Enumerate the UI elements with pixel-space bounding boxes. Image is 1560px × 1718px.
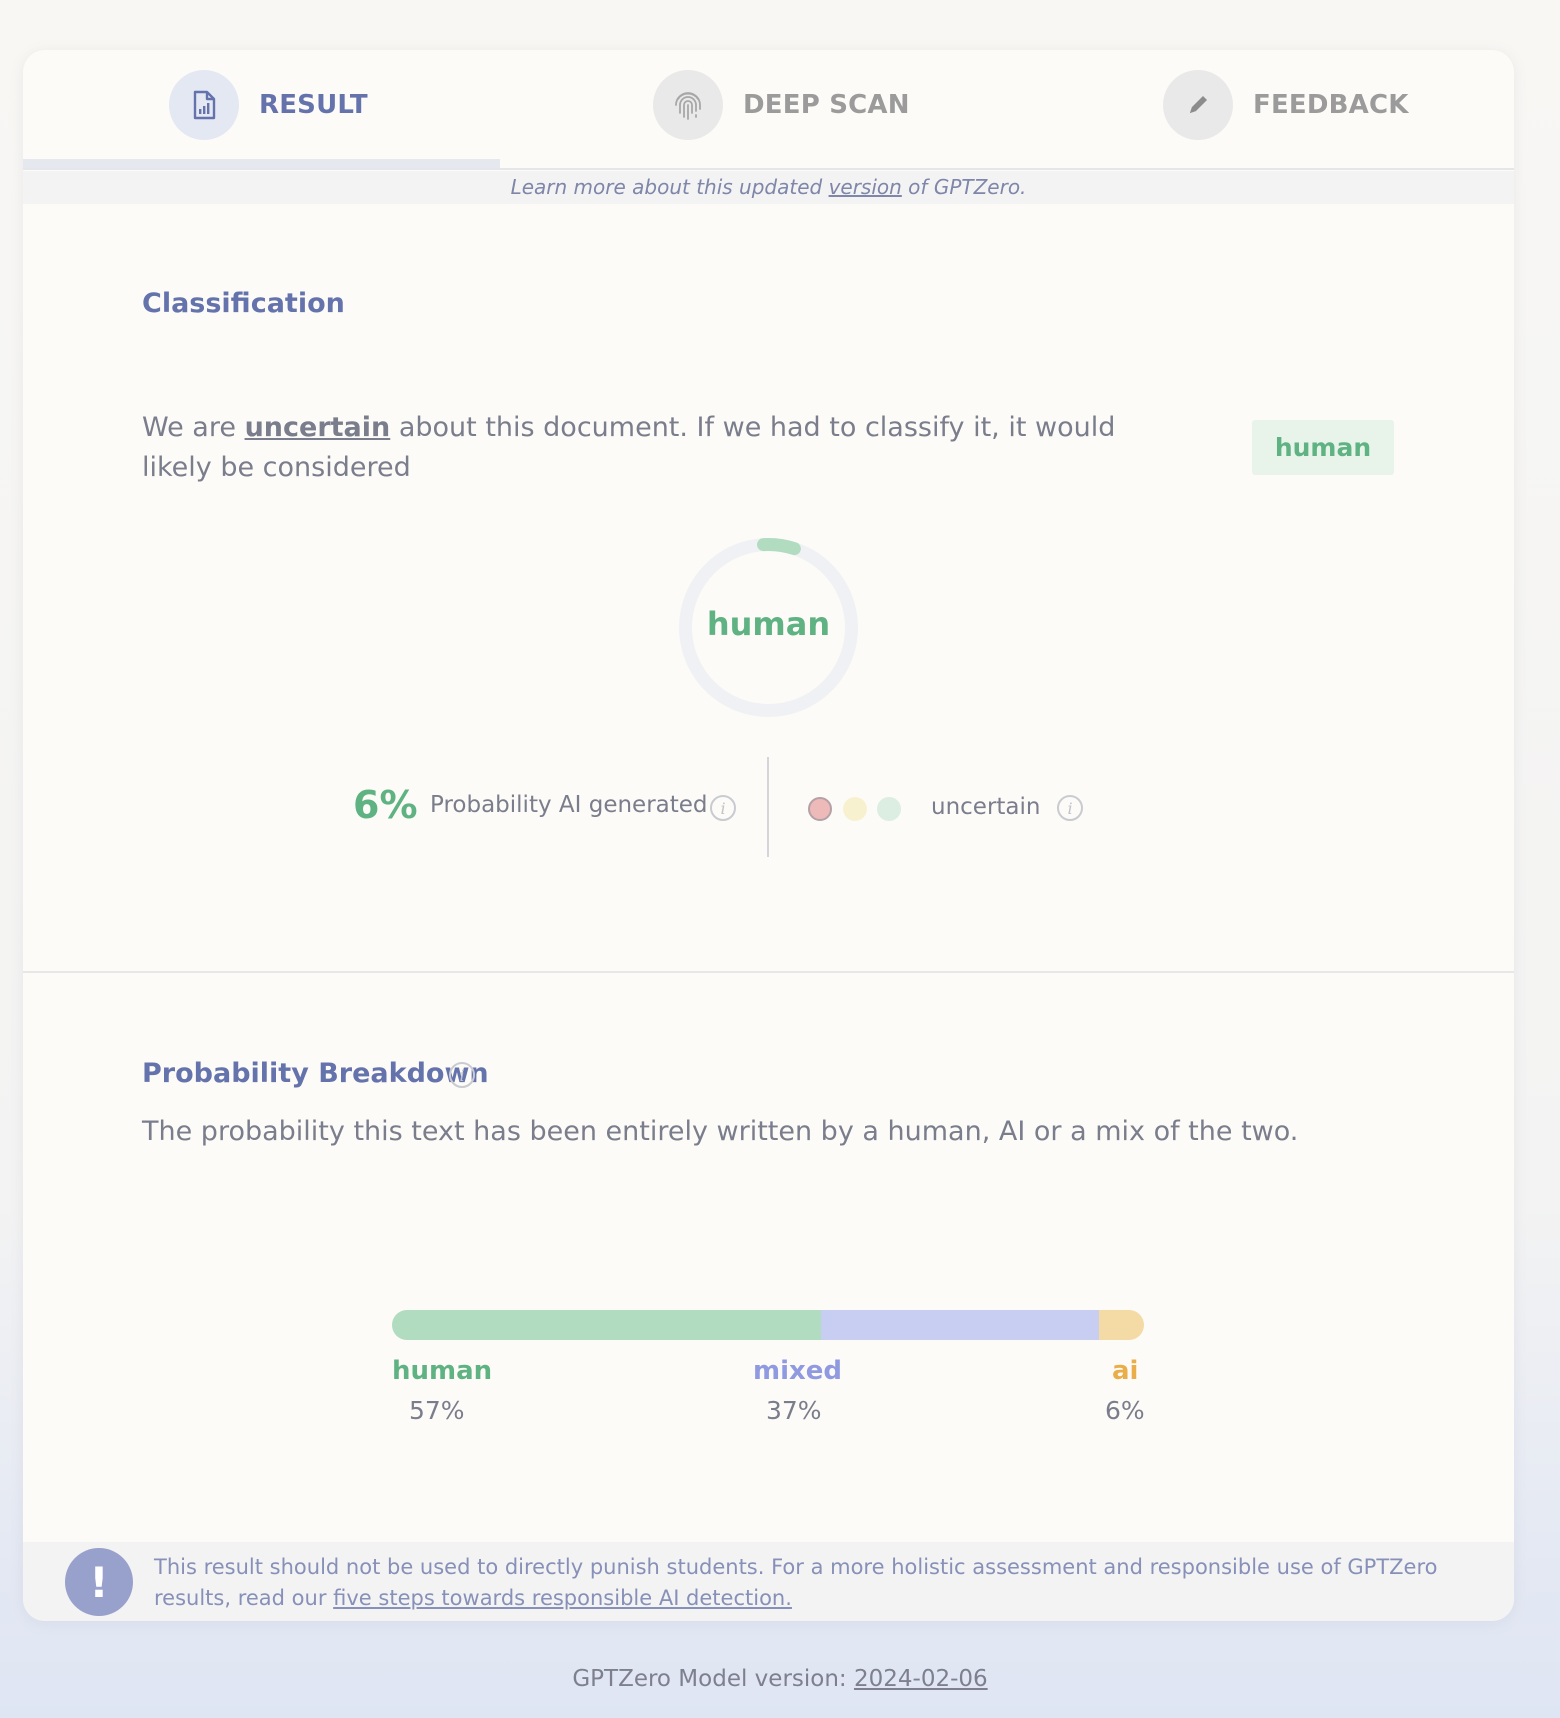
- notice-text: Learn more about this updated: [510, 175, 829, 199]
- ai-value: 6%: [1105, 1396, 1145, 1425]
- responsible-use-warning: ! This result should not be used to dire…: [23, 1542, 1514, 1621]
- human-label: human: [392, 1356, 493, 1386]
- classification-text: We are uncertain about this document. If…: [142, 408, 1152, 488]
- uncertain-link[interactable]: uncertain: [245, 412, 391, 443]
- probability-bar-segment-mixed: [820, 1310, 1099, 1340]
- donut-label: human: [706, 605, 831, 643]
- ai-probability-label: Probability AI generated: [430, 792, 708, 818]
- pencil-icon: [1163, 70, 1233, 140]
- version-link[interactable]: version: [829, 175, 902, 199]
- tab-result[interactable]: RESULT: [169, 70, 368, 140]
- responsible-ai-link[interactable]: five steps towards responsible AI detect…: [333, 1586, 792, 1610]
- vertical-divider: [767, 757, 769, 857]
- document-chart-icon: [169, 70, 239, 140]
- probability-breakdown-description: The probability this text has been entir…: [142, 1116, 1299, 1147]
- ai-probability-arc: [757, 538, 801, 556]
- warning-text: This result should not be used to direct…: [154, 1552, 1494, 1614]
- info-icon[interactable]: i: [1057, 795, 1083, 821]
- classification-badge: human: [1252, 420, 1394, 475]
- tab-bar: RESULT DEEP SCAN FEEDBACK: [23, 50, 1514, 170]
- model-version-link[interactable]: 2024-02-06: [854, 1666, 988, 1692]
- info-icon[interactable]: i: [449, 1062, 475, 1088]
- model-version: GPTZero Model version: 2024-02-06: [0, 1666, 1560, 1692]
- human-value: 57%: [409, 1396, 465, 1425]
- section-divider: [23, 971, 1514, 973]
- confidence-dot-green: [877, 797, 901, 821]
- tab-deep-scan[interactable]: DEEP SCAN: [653, 70, 910, 140]
- version-notice: Learn more about this updated version of…: [23, 171, 1514, 204]
- ai-probability-value: 6%: [353, 783, 418, 827]
- notice-suffix: of GPTZero.: [901, 175, 1027, 199]
- active-tab-indicator: [23, 159, 500, 168]
- probability-breakdown-title: Probability Breakdown: [142, 1058, 489, 1089]
- info-icon[interactable]: i: [710, 795, 736, 821]
- confidence-dot-red: [808, 797, 832, 821]
- tab-feedback[interactable]: FEEDBACK: [1163, 70, 1409, 140]
- confidence-dot-yellow: [843, 797, 867, 821]
- probability-bar: [392, 1310, 1144, 1340]
- model-version-label: GPTZero Model version:: [572, 1666, 854, 1692]
- tab-feedback-label: FEEDBACK: [1253, 90, 1409, 120]
- exclamation-icon: !: [65, 1548, 133, 1616]
- tab-deep-scan-label: DEEP SCAN: [743, 90, 910, 120]
- mixed-label: mixed: [753, 1356, 843, 1386]
- classification-title: Classification: [142, 288, 345, 319]
- result-card: RESULT DEEP SCAN FEEDBACK Learn more abo…: [23, 50, 1514, 1621]
- fingerprint-icon: [653, 70, 723, 140]
- ai-label: ai: [1112, 1356, 1139, 1386]
- probability-bar-segment-ai: [1098, 1310, 1144, 1340]
- confidence-label: uncertain: [931, 794, 1041, 820]
- probability-bar-segment-human: [392, 1310, 821, 1340]
- classification-text-prefix: We are: [142, 412, 245, 443]
- mixed-value: 37%: [766, 1396, 822, 1425]
- tab-result-label: RESULT: [259, 90, 368, 120]
